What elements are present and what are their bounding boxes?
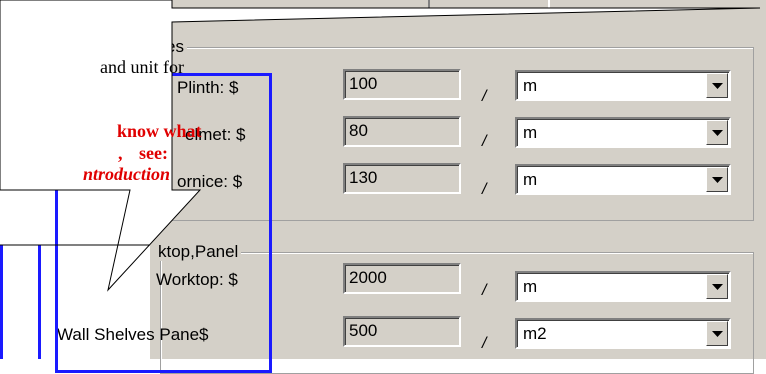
callout-line-2: know what [117, 121, 202, 141]
callout-line-1: and unit for [100, 57, 184, 77]
callout-line-3-see: see: [139, 143, 168, 163]
callout-line-4: ntroduction [82, 164, 170, 184]
stage: es ktop,Panel Plinth: $ 100 / m elmet: $… [0, 0, 766, 374]
